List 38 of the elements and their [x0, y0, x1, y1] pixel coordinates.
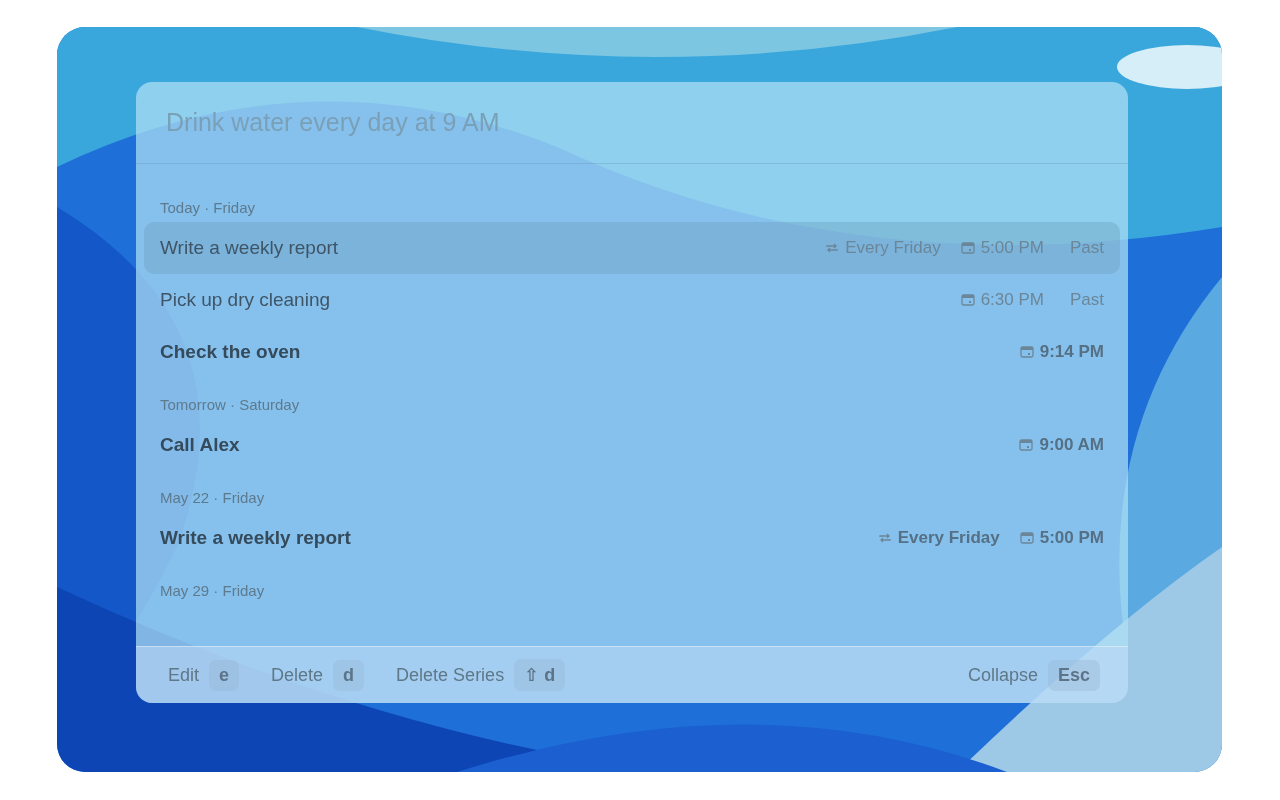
shortcut-key[interactable]: Esc	[1047, 659, 1100, 691]
repeat-icon	[825, 242, 840, 254]
reminder-title: Check the oven	[160, 341, 302, 363]
reminder-title: Call Alex	[160, 434, 241, 456]
section-header: May 29 · Friday	[159, 580, 266, 601]
due-time: 6:30 PM	[980, 290, 1044, 310]
reminder-row[interactable]: Write a weekly report Every Friday 5:00 PM Past	[144, 222, 1120, 274]
section-header: Today · Friday	[159, 197, 257, 218]
reminder-row[interactable]: Pick up dry cleaning 6:30 PM Past	[144, 274, 1120, 326]
section-header: May 22 · Friday	[159, 487, 266, 508]
reminder-row[interactable]: Call Alex 9:00 AM	[144, 419, 1120, 471]
due-time: 9:14 PM	[1039, 342, 1104, 362]
calendar-icon	[1019, 346, 1034, 358]
reminder-title: Pick up dry cleaning	[160, 289, 332, 311]
reminder-row[interactable]: Write a weekly report Every Friday 5:00 PM	[144, 512, 1120, 564]
action-label: Collapse	[967, 664, 1038, 686]
repeat-label: Every Friday	[845, 238, 941, 258]
repeat-icon	[877, 532, 892, 544]
section-header: Tomorrow · Saturday	[159, 394, 301, 415]
reminder-title: Write a weekly report	[160, 527, 352, 549]
action-label: Delete	[271, 664, 324, 686]
action-label: Edit	[168, 664, 200, 686]
calendar-icon	[1019, 439, 1034, 451]
due-time: 9:00 AM	[1039, 435, 1104, 455]
reminder-title: Write a weekly report	[160, 237, 340, 259]
due-time: 5:00 PM	[980, 238, 1044, 258]
status-label: Past	[1069, 290, 1104, 310]
shortcut-key[interactable]: e	[209, 659, 240, 691]
shortcut-key[interactable]: d	[333, 659, 365, 691]
shortcut-key[interactable]: ⇧ d	[514, 659, 566, 691]
calendar-icon	[1019, 532, 1034, 544]
reminder-row[interactable]: Check the oven 9:14 PM	[144, 326, 1120, 378]
calendar-icon	[960, 242, 975, 254]
repeat-label: Every Friday	[897, 528, 1000, 548]
calendar-icon	[960, 294, 975, 306]
status-label: Past	[1069, 238, 1104, 258]
action-label: Delete Series	[396, 664, 505, 686]
due-time: 5:00 PM	[1039, 528, 1104, 548]
